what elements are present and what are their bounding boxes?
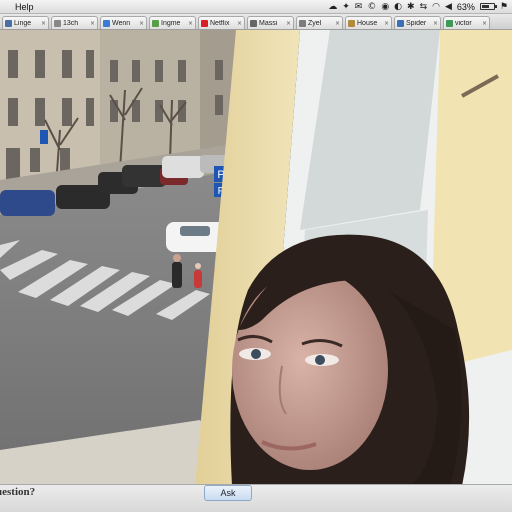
- tab-label: Ingme: [161, 19, 181, 27]
- ask-button[interactable]: Ask: [204, 485, 252, 501]
- tab-close-icon[interactable]: ×: [90, 20, 95, 27]
- battery-percent: 63%: [456, 1, 475, 12]
- tab-close-icon[interactable]: ×: [41, 20, 46, 27]
- tab-close-icon[interactable]: ×: [335, 20, 340, 27]
- tab-label: Zyel: [308, 19, 322, 27]
- tab-favicon-icon: [5, 19, 12, 27]
- scene-photo: P P: [0, 30, 512, 486]
- camera-view: P P: [0, 30, 512, 486]
- browser-tab[interactable]: House ×: [345, 16, 392, 29]
- browser-tab[interactable]: Ingme ×: [149, 16, 196, 29]
- question-bar: uestion? Ask: [0, 484, 512, 512]
- tab-favicon-icon: [54, 19, 61, 27]
- tab-favicon-icon: [397, 19, 404, 27]
- tab-close-icon[interactable]: ×: [286, 20, 291, 27]
- person-selfie: [230, 234, 470, 486]
- speaker-icon[interactable]: ◐: [394, 1, 402, 13]
- wifi-icon[interactable]: ◠: [432, 1, 440, 13]
- tab-close-icon[interactable]: ×: [433, 20, 438, 27]
- battery-fill: [481, 5, 489, 8]
- tab-label: Linge: [14, 19, 32, 27]
- tab-close-icon[interactable]: ×: [482, 20, 487, 27]
- bluetooth-icon[interactable]: ✱: [407, 1, 415, 13]
- volume-icon[interactable]: ◀: [445, 1, 452, 13]
- face: [232, 270, 388, 470]
- tab-label: Spider: [406, 19, 427, 27]
- tab-label: House: [357, 19, 378, 27]
- tab-favicon-icon: [103, 19, 110, 27]
- browser-tab[interactable]: Zyel ×: [296, 16, 343, 29]
- tab-favicon-icon: [299, 19, 306, 27]
- menu-bar: Help ☁ ✦ ✉ © ◉ ◐ ✱ ⇆ ◠ ◀ 63% ⚑: [0, 0, 512, 14]
- browser-tab[interactable]: Massi ×: [247, 16, 294, 29]
- browser-tab-strip: Linge × 13ch × Wenn × Ingme × Netflix × Massi × Zyel…: [0, 14, 512, 30]
- menu-item-help[interactable]: Help: [10, 2, 39, 12]
- tab-label: 13ch: [63, 19, 79, 27]
- battery-icon[interactable]: [479, 3, 497, 10]
- tab-close-icon[interactable]: ×: [237, 20, 242, 27]
- tab-favicon-icon: [201, 19, 208, 27]
- tab-label: Wenn: [112, 19, 131, 27]
- vpn-icon[interactable]: ⇆: [420, 1, 428, 13]
- browser-tab[interactable]: victor ×: [443, 16, 490, 29]
- tab-favicon-icon: [446, 19, 453, 27]
- copyright-icon[interactable]: ©: [367, 1, 376, 13]
- browser-tab[interactable]: Wenn ×: [100, 16, 147, 29]
- browser-tab[interactable]: Spider ×: [394, 16, 441, 29]
- camera-icon[interactable]: ◉: [381, 1, 389, 13]
- mail-icon[interactable]: ✉: [355, 1, 363, 13]
- tab-close-icon[interactable]: ×: [384, 20, 389, 27]
- tab-favicon-icon: [152, 19, 159, 27]
- tab-label: victor: [455, 19, 472, 27]
- dropbox-icon[interactable]: ✦: [342, 1, 350, 13]
- cloud-icon[interactable]: ☁: [328, 1, 337, 13]
- tab-favicon-icon: [348, 19, 355, 27]
- browser-tab[interactable]: Linge ×: [2, 16, 49, 29]
- question-label: uestion?: [0, 486, 36, 498]
- tab-label: Netflix: [210, 19, 230, 27]
- tab-close-icon[interactable]: ×: [139, 20, 144, 27]
- flag-icon[interactable]: ⚑: [500, 1, 508, 13]
- tab-close-icon[interactable]: ×: [188, 20, 193, 27]
- tab-favicon-icon: [250, 19, 257, 27]
- browser-tab[interactable]: Netflix ×: [198, 16, 245, 29]
- tab-label: Massi: [259, 19, 278, 27]
- browser-tab[interactable]: 13ch ×: [51, 16, 98, 29]
- status-area: ☁ ✦ ✉ © ◉ ◐ ✱ ⇆ ◠ ◀ 63% ⚑: [328, 1, 512, 13]
